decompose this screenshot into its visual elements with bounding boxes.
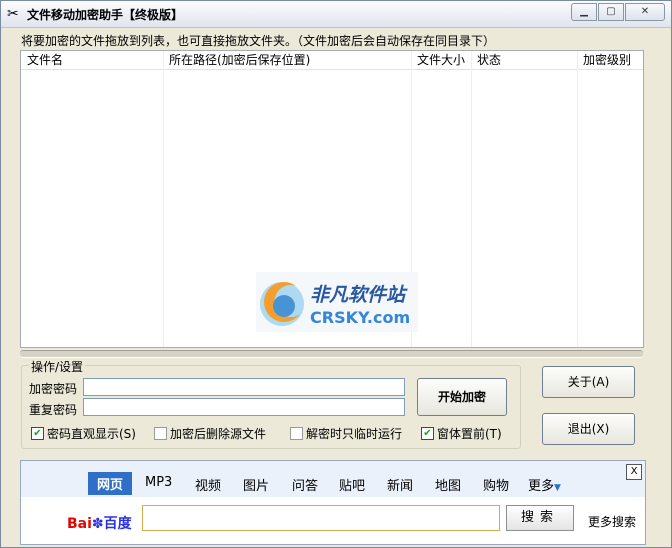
checkbox-unchecked-icon: [154, 427, 167, 440]
column-divider: [163, 51, 164, 347]
list-header: 文件名 所在路径(加密后保存位置) 文件大小 状态 加密级别: [21, 51, 643, 70]
exit-button[interactable]: 退出(X): [542, 413, 635, 445]
client-area: 将要加密的文件拖放到列表，也可直接拖放文件夹。（文件加密后会自动保存在同目录下）…: [1, 28, 671, 547]
baidu-logo-text: Bai: [67, 516, 92, 532]
watermark-brand: 非凡软件站: [310, 284, 406, 306]
checkbox-label: 加密后删除源文件: [170, 427, 267, 441]
baidu-tab-more[interactable]: 更多▼: [528, 475, 561, 494]
baidu-search-button[interactable]: 搜索: [506, 505, 574, 531]
checkbox-checked-icon: ✔: [421, 427, 434, 440]
minimize-button[interactable]: ▁: [571, 3, 597, 21]
repeat-password-input[interactable]: [83, 398, 405, 416]
repeat-password-label: 重复密码: [29, 403, 78, 417]
paw-icon: ✽: [91, 516, 104, 532]
watermark-logo: 非凡软件站 CRSKY.com: [256, 272, 418, 332]
column-header-level[interactable]: 加密级别: [577, 51, 643, 69]
about-button[interactable]: 关于(A): [542, 366, 635, 398]
password-label: 加密密码: [29, 382, 78, 396]
baidu-tab-video[interactable]: 视频: [195, 475, 221, 494]
baidu-tab-news[interactable]: 新闻: [387, 475, 413, 494]
more-search-link[interactable]: 更多搜索: [588, 513, 636, 530]
more-label: 更多: [528, 479, 555, 494]
baidu-tab-mp3[interactable]: MP3: [145, 475, 172, 490]
window-title: 文件移动加密助手【终极版】: [27, 8, 184, 22]
checkbox-unchecked-icon: [290, 427, 303, 440]
baidu-tab-tieba[interactable]: 贴吧: [339, 475, 365, 494]
chevron-down-icon: ▼: [554, 483, 561, 493]
baidu-tab-web[interactable]: 网页: [88, 472, 133, 495]
baidu-logo-cn: 百度: [103, 516, 132, 532]
column-header-size[interactable]: 文件大小: [411, 51, 471, 69]
baidu-tab-image[interactable]: 图片: [243, 475, 269, 494]
column-header-path[interactable]: 所在路径(加密后保存位置): [163, 51, 411, 69]
checkbox-label: 解密时只临时运行: [306, 427, 403, 441]
column-divider: [471, 51, 472, 347]
checkbox-temp-run[interactable]: 解密时只临时运行: [290, 425, 402, 442]
title-bar[interactable]: ✂ 文件移动加密助手【终极版】 ▁ ▢ ✕: [1, 1, 671, 28]
settings-group-title: 操作/设置: [29, 358, 86, 375]
instruction-text: 将要加密的文件拖放到列表，也可直接拖放文件夹。（文件加密后会自动保存在同目录下）: [21, 34, 496, 48]
checkbox-show-password[interactable]: ✔ 密码直观显示(S): [31, 425, 136, 442]
app-window: ✂ 文件移动加密助手【终极版】 ▁ ▢ ✕ 将要加密的文件拖放到列表，也可直接拖…: [0, 0, 672, 548]
checkbox-checked-icon: ✔: [31, 427, 44, 440]
window-controls: ▁ ▢ ✕: [570, 3, 665, 21]
close-button[interactable]: ✕: [625, 3, 665, 21]
baidu-close-button[interactable]: X: [626, 464, 642, 480]
baidu-tab-shopping[interactable]: 购物: [483, 475, 509, 494]
column-header-status[interactable]: 状态: [471, 51, 577, 69]
splitter[interactable]: [20, 350, 643, 358]
password-input[interactable]: [83, 378, 405, 396]
checkbox-stay-on-top[interactable]: ✔ 窗体置前(T): [421, 425, 502, 442]
checkbox-label: 密码直观显示(S): [47, 427, 136, 441]
baidu-tab-qa[interactable]: 问答: [292, 475, 318, 494]
watermark-site: CRSKY.com: [310, 308, 411, 327]
checkbox-delete-source[interactable]: 加密后删除源文件: [154, 425, 266, 442]
app-icon: ✂: [7, 6, 19, 22]
maximize-button[interactable]: ▢: [598, 3, 624, 21]
column-divider: [577, 51, 578, 347]
column-header-filename[interactable]: 文件名: [21, 51, 163, 69]
baidu-search-bar: 网页 MP3 视频 图片 问答 贴吧 新闻 地图 购物 更多▼ X Bai✽百度…: [20, 460, 646, 545]
baidu-tab-map[interactable]: 地图: [435, 475, 461, 494]
baidu-search-input[interactable]: [142, 505, 500, 531]
start-encrypt-button[interactable]: 开始加密: [417, 378, 507, 416]
checkbox-label: 窗体置前(T): [437, 427, 502, 441]
baidu-logo: Bai✽百度: [67, 513, 132, 533]
